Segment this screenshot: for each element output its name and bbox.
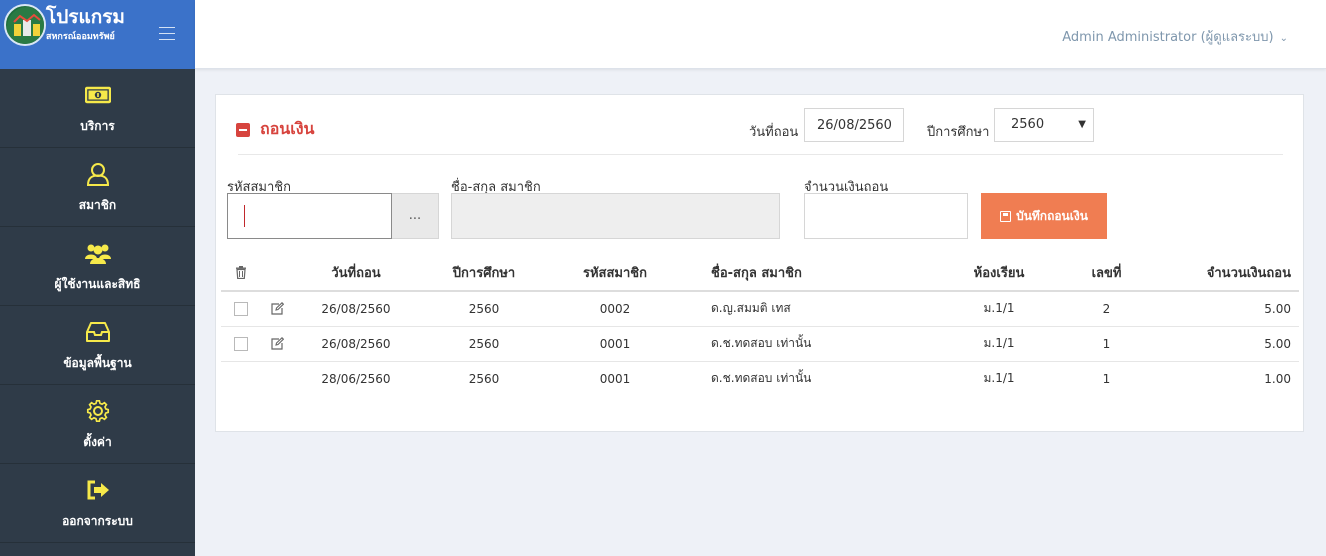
cell-year: 2560	[468, 371, 500, 386]
collapse-icon[interactable]	[236, 122, 250, 137]
brand-title: โปรแกรม	[46, 6, 125, 28]
user-name: Admin Administrator (ผู้ดูแลระบบ)	[1062, 30, 1274, 45]
brand-header: โปรแกรม สหกรณ์ออมทรัพย์	[0, 0, 195, 69]
cell-member-id: 0001	[599, 371, 631, 386]
divider	[238, 154, 1283, 155]
year-label: ปีการศึกษา	[927, 125, 990, 140]
table-header-row: วันที่ถอน ปีการศึกษา รหัสสมาชิก ชื่อ-สกุ…	[221, 255, 1299, 292]
col-header-amount: จำนวนเงินถอน	[1169, 255, 1299, 292]
cell-number: 1	[1044, 326, 1169, 362]
cell-amount: 5.00	[1169, 291, 1299, 327]
save-withdraw-button[interactable]: บันทึกถอนเงิน	[981, 193, 1107, 239]
sidebar-item-label: ออกจากระบบ	[62, 514, 133, 528]
cell-number: 2	[1044, 291, 1169, 327]
sidebar-item-basic-data[interactable]: ข้อมูลพื้นฐาน	[0, 306, 195, 385]
cell-room: ม.1/1	[983, 371, 1015, 386]
member-name-field	[451, 193, 780, 239]
sidebar-item-label: สมาชิก	[78, 198, 117, 212]
trash-icon[interactable]	[235, 266, 247, 279]
sidebar-item-label: ผู้ใช้งานและสิทธิ	[54, 277, 141, 291]
year-select[interactable]: 2560 ▼	[994, 108, 1094, 142]
cell-date: 28/06/2560	[321, 371, 391, 386]
money-icon	[0, 83, 195, 109]
sidebar-item-settings[interactable]: ตั้งค่า	[0, 385, 195, 464]
sidebar-item-label: ตั้งค่า	[83, 435, 112, 449]
text-cursor	[244, 205, 245, 227]
cell-member-name: ด.ญ.สมมติ เทส	[681, 291, 954, 327]
sidebar-item-service[interactable]: บริการ	[0, 69, 195, 148]
sidebar-item-member[interactable]: สมาชิก	[0, 148, 195, 227]
chevron-down-icon: ⌄	[1279, 33, 1288, 44]
topbar: Admin Administrator (ผู้ดูแลระบบ) ⌄	[195, 0, 1326, 69]
cell-number: 1	[1102, 371, 1111, 386]
member-search-button[interactable]: ...	[392, 193, 439, 239]
col-header-number: เลขที่	[1044, 255, 1169, 292]
withdraw-date-input[interactable]	[804, 108, 904, 142]
withdraw-panel: ถอนเงิน วันที่ถอน ปีการศึกษา 2560 ▼ รหัส…	[215, 94, 1304, 432]
col-header-year: ปีการศึกษา	[419, 255, 549, 292]
cell-member-name: ด.ช.ทดสอบ เท่านั้น	[681, 326, 954, 362]
inbox-icon	[0, 320, 195, 346]
withdraw-table: วันที่ถอน ปีการศึกษา รหัสสมาชิก ชื่อ-สกุ…	[221, 255, 1299, 396]
row-checkbox[interactable]	[234, 336, 248, 351]
cell-date: 26/08/2560	[293, 291, 419, 327]
cell-year: 2560	[419, 326, 549, 362]
caret-down-icon: ▼	[1078, 119, 1086, 130]
cell-member-id: 0002	[549, 291, 681, 327]
sidebar-item-label: ข้อมูลพื้นฐาน	[63, 356, 132, 370]
edit-icon[interactable]	[270, 336, 284, 351]
panel-title-text: ถอนเงิน	[260, 119, 315, 138]
date-label: วันที่ถอน	[749, 125, 799, 140]
sign-out-icon	[0, 478, 195, 504]
delete-column-header	[221, 255, 261, 292]
cell-member-id: 0001	[549, 326, 681, 362]
edit-icon[interactable]	[270, 302, 284, 316]
gear-icon	[0, 399, 195, 425]
sidebar-item-users[interactable]: ผู้ใช้งานและสิทธิ	[0, 227, 195, 306]
table-row: 26/08/2560 2560 0001 ด.ช.ทดสอบ เท่านั้น …	[221, 326, 1299, 362]
member-id-input[interactable]	[227, 193, 392, 239]
sidebar: โปรแกรม สหกรณ์ออมทรัพย์ บริการ สมาชิก ผู…	[0, 0, 195, 556]
row-checkbox[interactable]	[234, 302, 248, 316]
user-icon	[0, 162, 195, 188]
table-row: 28/06/2560 2560 0001 ด.ช.ทดสอบ เท่านั้น …	[221, 361, 1299, 396]
panel-title: ถอนเงิน	[236, 117, 314, 142]
logo	[4, 4, 46, 46]
sidebar-item-logout[interactable]: ออกจากระบบ	[0, 464, 195, 543]
cell-date: 26/08/2560	[293, 326, 419, 362]
year-select-value: 2560	[1011, 117, 1045, 132]
col-header-date: วันที่ถอน	[293, 255, 419, 292]
users-icon	[0, 241, 195, 267]
save-button-label: บันทึกถอนเงิน	[1016, 208, 1088, 223]
cell-room: ม.1/1	[954, 291, 1044, 327]
col-header-member-name: ชื่อ-สกุล สมาชิก	[681, 255, 954, 292]
cell-year: 2560	[419, 291, 549, 327]
cell-amount: 1.00	[1264, 371, 1291, 386]
col-header-member-id: รหัสสมาชิก	[549, 255, 681, 292]
user-menu[interactable]: Admin Administrator (ผู้ดูแลระบบ) ⌄	[1062, 26, 1288, 47]
col-header-room: ห้องเรียน	[954, 255, 1044, 292]
cell-room: ม.1/1	[954, 326, 1044, 362]
save-icon	[1000, 210, 1012, 222]
edit-column-header	[261, 255, 293, 292]
sidebar-item-label: บริการ	[80, 119, 115, 133]
table-row: 26/08/2560 2560 0002 ด.ญ.สมมติ เทส ม.1/1…	[221, 291, 1299, 327]
brand-subtitle: สหกรณ์ออมทรัพย์	[46, 32, 115, 42]
cell-member-name: ด.ช.ทดสอบ เท่านั้น	[711, 371, 812, 386]
menu-toggle-icon[interactable]	[159, 27, 175, 41]
cell-amount: 5.00	[1169, 326, 1299, 362]
amount-input[interactable]	[804, 193, 968, 239]
